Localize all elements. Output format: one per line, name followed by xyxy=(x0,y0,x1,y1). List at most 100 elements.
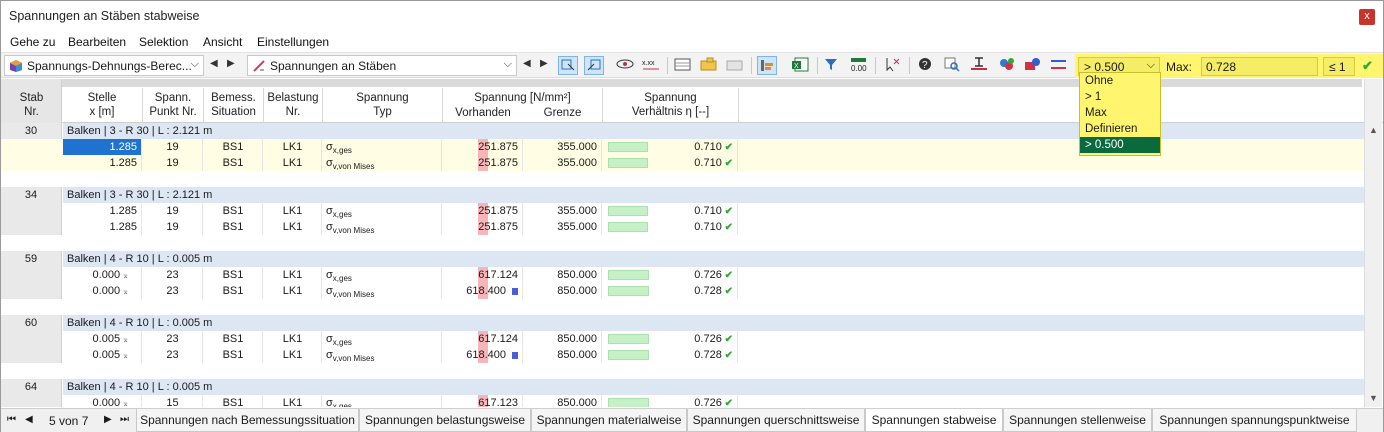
excel-export-button[interactable]: X xyxy=(791,56,811,75)
select-back-button[interactable] xyxy=(584,56,604,75)
vorhanden-value: 251.875 xyxy=(478,157,518,169)
group-row[interactable]: 64 Balken | 4 - R 10 | L : 0.005 m xyxy=(1,379,1365,407)
tab-3[interactable]: Spannungen materialweise xyxy=(531,409,687,432)
filter-option-gt-0500[interactable]: > 0.500 xyxy=(1080,137,1160,153)
menu-gehe-zu[interactable]: Gehe zu xyxy=(10,35,55,49)
ratio-value: 0.710 xyxy=(694,205,722,217)
vertical-scrollbar[interactable]: ▲ ▼ xyxy=(1364,79,1382,407)
close-button[interactable]: x xyxy=(1359,9,1375,25)
tab-1[interactable]: Spannungen nach Bemessungssituation xyxy=(136,409,359,432)
folder-button[interactable] xyxy=(699,56,719,75)
scroll-down-icon[interactable]: ▼ xyxy=(1369,393,1378,403)
next-page-icon[interactable]: ▶ xyxy=(104,414,112,425)
stelle-value: 0.005 xyxy=(92,333,121,345)
cell-punkt: 23 xyxy=(143,283,203,299)
col-ratio-1: Spannung xyxy=(644,92,697,104)
cell-ratio: 0.726 ✔ xyxy=(603,267,738,283)
cell-belastung: LK1 xyxy=(264,155,322,171)
table-row[interactable]: 0.005 ⌅ 23 BS1 LK1 σv,von Mises 618.400 850.00… xyxy=(1,347,1365,363)
select-in-model-button[interactable] xyxy=(558,56,578,75)
cell-ratio: 0.710 ✔ xyxy=(603,203,738,219)
menu-selektion[interactable]: Selektion xyxy=(139,35,188,49)
filter-button[interactable] xyxy=(823,56,843,75)
cell-belastung: LK1 xyxy=(264,347,322,363)
stress-subscript: x,ges xyxy=(332,338,352,348)
indicator-square-icon xyxy=(512,352,518,359)
ratio-bar xyxy=(608,158,648,168)
stress-symbol: σ xyxy=(326,205,333,217)
cell-typ: σx,ges xyxy=(323,395,442,407)
folder-gray-button[interactable] xyxy=(725,56,745,75)
cell-grenze: 355.000 xyxy=(523,203,602,219)
filter-option-ohne[interactable]: Ohne xyxy=(1080,73,1160,89)
info-button[interactable] xyxy=(1023,56,1043,75)
menu-einstellungen[interactable]: Einstellungen xyxy=(257,35,329,49)
group-row[interactable]: 34 Balken | 3 - R 30 | L : 2.121 m xyxy=(1,187,1365,235)
cell-typ: σx,ges xyxy=(323,267,442,283)
svg-text:X: X xyxy=(794,63,799,70)
table-row[interactable]: 0.005 ⌅ 23 BS1 LK1 σx,ges 617.124 850.000 0.726… xyxy=(1,331,1365,347)
filter-option-max[interactable]: Max xyxy=(1080,105,1160,121)
view-button[interactable] xyxy=(615,56,635,75)
tab-4[interactable]: Spannungen querschnittsweise xyxy=(687,409,865,432)
section-button[interactable] xyxy=(969,56,989,75)
tab-7[interactable]: Spannungen spannungspunktweise xyxy=(1152,409,1357,432)
help-button[interactable]: ? xyxy=(915,56,935,75)
zero-values-button[interactable]: 0.00 xyxy=(849,56,869,75)
deselect-button[interactable] xyxy=(883,56,903,75)
cell-punkt: 19 xyxy=(143,155,203,171)
max-field[interactable]: 0.728 xyxy=(1201,57,1318,76)
ratio-bar xyxy=(608,142,648,152)
cell-typ: σv,von Mises xyxy=(323,155,442,171)
bar-chart-button[interactable] xyxy=(757,56,777,75)
cell-belastung: LK1 xyxy=(264,331,322,347)
next-arrow-icon[interactable]: ▶ xyxy=(540,58,548,69)
menu-bearbeiten[interactable]: Bearbeiten xyxy=(68,35,126,49)
cell-grenze: 850.000 xyxy=(523,331,602,347)
last-page-icon[interactable]: ⏭ xyxy=(120,414,129,425)
cell-stelle[interactable]: 1.285 xyxy=(63,139,142,155)
table-button[interactable] xyxy=(673,56,693,75)
tab-2[interactable]: Spannungen belastungsweise xyxy=(359,409,531,432)
cell-ratio: 0.726 ✔ xyxy=(603,331,738,347)
table-row[interactable]: 0.000 ⌅ 23 BS1 LK1 σx,ges 617.124 850.000 0.726… xyxy=(1,267,1365,283)
table-row[interactable]: 1.285 19 BS1 LK1 σx,ges 251.875 355.000 0.710 ✔ xyxy=(1,203,1365,219)
group-row[interactable]: 60 Balken | 4 - R 10 | L : 0.005 m xyxy=(1,315,1365,363)
result-type-combo[interactable]: Spannungen an Stäben ⌵ xyxy=(247,55,517,76)
stelle-value: 0.000 xyxy=(92,269,121,281)
location-icon: ⌅ xyxy=(120,287,129,296)
values-button[interactable]: x.xx xyxy=(641,56,661,75)
cell-typ: σv,von Mises xyxy=(323,219,442,235)
le-one-button[interactable]: ≤ 1 xyxy=(1323,57,1355,76)
info-icon xyxy=(1025,58,1040,70)
table-row[interactable]: 0.000 ⌅ 23 BS1 LK1 σv,von Mises 618.400 850.00… xyxy=(1,283,1365,299)
member-button[interactable] xyxy=(1049,56,1069,75)
stress-subscript: v,von Mises xyxy=(332,226,375,236)
check-icon: ✔ xyxy=(721,206,733,217)
filter-option-definieren[interactable]: Definieren xyxy=(1080,121,1160,137)
folder-gray-icon xyxy=(726,60,743,71)
next-arrow-icon[interactable]: ▶ xyxy=(227,58,235,69)
table-row[interactable]: 1.285 19 BS1 LK1 σv,von Mises 251.875 355.000 0… xyxy=(1,219,1365,235)
ratio-value: 0.710 xyxy=(694,157,722,169)
analysis-type-combo[interactable]: Spannungs-Dehnungs-Berec... ⌵ xyxy=(4,55,204,76)
vorhanden-value: 618.400 xyxy=(466,285,506,297)
prev-arrow-icon[interactable]: ◀ xyxy=(523,58,531,69)
tab-5[interactable]: Spannungen stabweise xyxy=(865,409,1003,432)
scroll-up-icon[interactable]: ▲ xyxy=(1369,125,1378,135)
group-row[interactable]: 59 Balken | 4 - R 10 | L : 0.005 m xyxy=(1,251,1365,299)
prev-arrow-icon[interactable]: ◀ xyxy=(210,58,218,69)
search-table-button[interactable] xyxy=(943,56,963,75)
colors-button[interactable] xyxy=(997,56,1017,75)
stelle-value: 0.000 xyxy=(92,397,121,407)
cell-vorhanden: 251.875 xyxy=(443,219,523,235)
menu-ansicht[interactable]: Ansicht xyxy=(203,35,242,49)
check-icon[interactable]: ✔ xyxy=(1362,58,1373,74)
table-row[interactable]: 1.285 19 BS1 LK1 σv,von Mises 251.875 355.000 0… xyxy=(1,155,1365,171)
filter-option-gt-1[interactable]: > 1 xyxy=(1080,89,1160,105)
tab-6[interactable]: Spannungen stellenweise xyxy=(1003,409,1152,432)
prev-page-icon[interactable]: ◀ xyxy=(25,414,33,425)
first-page-icon[interactable]: ⏮ xyxy=(7,414,16,425)
table-row[interactable]: 0.000 ⌅ 15 BS1 LK1 σx,ges 617.123 850.000 0.726… xyxy=(1,395,1365,407)
member-description: Balken | 3 - R 30 | L : 2.121 m xyxy=(63,187,1365,203)
